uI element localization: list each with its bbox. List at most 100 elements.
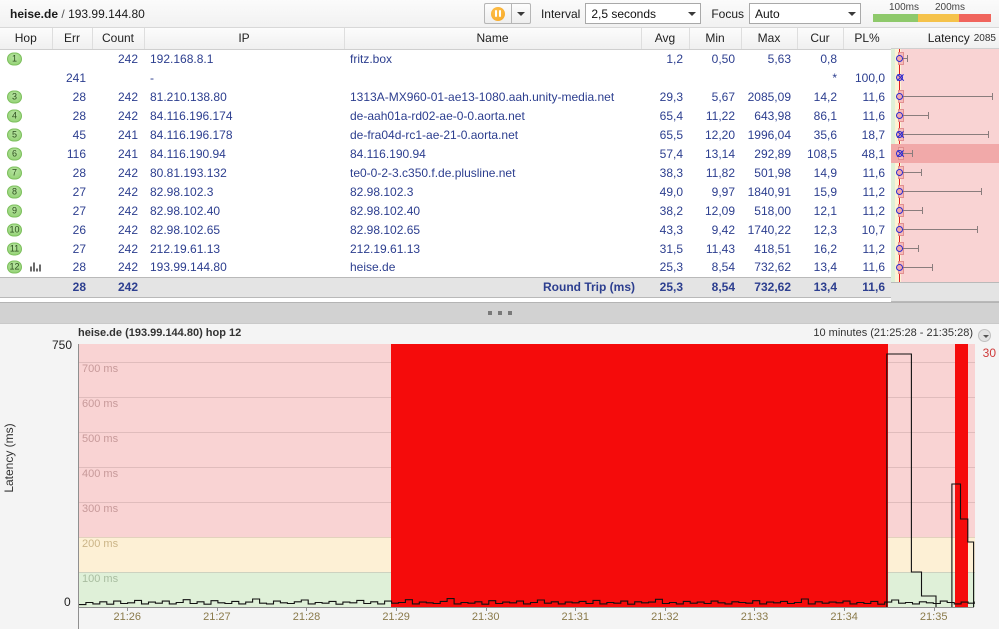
pl-cell: 11,6: [862, 89, 885, 104]
panel-splitter[interactable]: [0, 302, 999, 324]
chart-range-label[interactable]: 10 minutes (21:25:28 - 21:35:28): [813, 327, 973, 339]
cur-cell: 15,9: [813, 184, 837, 199]
avg-cell: 31,5: [659, 241, 683, 256]
focus-select[interactable]: Auto: [749, 3, 861, 24]
ip-cell: 84.116.196.174: [150, 108, 233, 123]
table-row[interactable]: 9 27 242 82.98.102.40 82.98.102.40 38,2 12,09 5…: [0, 201, 999, 220]
column-header-avg[interactable]: Avg: [641, 28, 690, 50]
latency-legend: 100ms 200ms: [873, 2, 991, 26]
cur-cell: 108,5: [806, 146, 837, 161]
grip-dot: [497, 311, 502, 315]
ip-cell: 82.98.102.3: [150, 184, 214, 199]
chart-plot-area[interactable]: 700 ms 600 ms 500 ms 400 ms 300 ms 200 ms 100 …: [78, 344, 975, 629]
target-title: heise.de / 193.99.144.80: [6, 7, 145, 21]
name-cell: de-fra04d-rc1-ae-21-0.aorta.net: [350, 127, 519, 142]
focus-label: Focus: [711, 6, 744, 21]
cur-cell: 16,2: [813, 241, 837, 256]
y-axis-title: Latency (ms): [2, 423, 16, 493]
column-header-count[interactable]: Count: [92, 28, 145, 50]
cur-cell: 12,3: [813, 222, 837, 237]
avg-cell: 65,4: [659, 108, 683, 123]
table-row[interactable]: 4 28 242 84.116.196.174 de-aah01a-rd02-ae-0-…: [0, 106, 999, 125]
max-cell: 518,00: [754, 203, 791, 218]
table-row[interactable]: 12 28 242 193.99.144.80 heise.de 25,3 8,54 732,…: [0, 258, 999, 277]
latency-line: [79, 598, 975, 606]
name-cell: 212.19.61.13: [350, 241, 421, 256]
column-header-pl[interactable]: PL%: [843, 28, 892, 50]
column-header-latency[interactable]: [891, 28, 999, 50]
latency-cell: [891, 201, 999, 220]
hop-table: Hop Err Count IP Name Avg Min Max Cur PL…: [0, 28, 999, 298]
total-min-cell: 8,54: [689, 276, 741, 298]
column-header-hop[interactable]: Hop: [0, 28, 53, 50]
hop-number-badge: 3: [7, 90, 22, 103]
err-cell: 28: [72, 89, 86, 104]
latency-cell: [891, 182, 999, 201]
ip-cell: 212.19.61.13: [150, 241, 221, 256]
column-header-cur[interactable]: Cur: [797, 28, 844, 50]
table-row[interactable]: 241 - * 100,0: [0, 68, 999, 87]
name-cell: 82.98.102.65: [350, 222, 421, 237]
legend-labels: 100ms 200ms: [873, 2, 991, 14]
tick-label: 21:26: [113, 611, 142, 623]
column-header-ip[interactable]: IP: [144, 28, 345, 50]
hop-number-badge: 12: [7, 260, 22, 274]
count-cell: 242: [117, 51, 138, 66]
ip-cell: 192.168.8.1: [150, 51, 214, 66]
column-header-err[interactable]: Err: [52, 28, 93, 50]
table-row[interactable]: 1 242 192.168.8.1 fritz.box 1,2 0,50 5,63 0,8: [0, 49, 999, 68]
hop-cell: [0, 68, 52, 87]
tick-label: 21:31: [561, 611, 590, 623]
ip-cell: 80.81.193.132: [150, 165, 227, 180]
x-axis-ticks: 21:26 21:27 21:28 21:29 21:30 21:31 21:32 21:33…: [78, 607, 974, 629]
table-row[interactable]: 3 28 242 81.210.138.80 1313A-MX960-01-ae13-1…: [0, 87, 999, 106]
total-cur-cell: 13,4: [797, 276, 843, 298]
pause-button[interactable]: [483, 3, 511, 24]
spark-bar: [36, 268, 38, 272]
latency-trace: [79, 353, 975, 607]
hop-number-badge: 1: [7, 52, 22, 66]
table-row[interactable]: 10 26 242 82.98.102.65 82.98.102.65 43,3 9,42 1…: [0, 220, 999, 239]
round-trip-label: Round Trip (ms): [344, 276, 641, 298]
pause-dropdown-button[interactable]: [510, 3, 531, 24]
total-latency-cell: [891, 276, 999, 298]
avg-cell: 29,3: [659, 89, 683, 104]
table-row[interactable]: 5 45 241 84.116.196.178 de-fra04d-rc1-ae-21-…: [0, 125, 999, 144]
err-cell: 27: [72, 241, 86, 256]
min-cell: 9,42: [711, 222, 735, 237]
latency-cell: [891, 125, 999, 144]
err-cell: 241: [65, 70, 86, 85]
err-cell: 45: [72, 127, 86, 142]
ip-cell: 81.210.138.80: [150, 89, 227, 104]
chart-title: heise.de (193.99.144.80) hop 12: [78, 327, 242, 339]
hop-cell: 7: [0, 163, 52, 182]
chevron-down-icon[interactable]: [978, 329, 991, 342]
column-header-max[interactable]: Max: [741, 28, 798, 50]
avg-cell: 1,2: [666, 51, 683, 66]
max-cell: 643,98: [754, 108, 791, 123]
bar-chart-icon[interactable]: [30, 262, 41, 272]
min-cell: 9,97: [711, 184, 735, 199]
pl-cell: 11,6: [862, 108, 885, 123]
table-row[interactable]: 6 116 241 84.116.190.94 84.116.190.94 57,4 13,…: [0, 144, 999, 163]
table-row[interactable]: 7 28 242 80.81.193.132 te0-0-2-3.c350.f.de.p…: [0, 163, 999, 182]
table-row[interactable]: 11 27 242 212.19.61.13 212.19.61.13 31,5 11,43…: [0, 239, 999, 258]
max-cell: 292,89: [754, 146, 791, 161]
column-header-name[interactable]: Name: [344, 28, 642, 50]
interval-select[interactable]: 2,5 seconds: [585, 3, 702, 24]
max-cell: 1996,04: [747, 127, 791, 142]
total-max-cell: 732,62: [741, 276, 797, 298]
cur-cell: 86,1: [813, 108, 837, 123]
hop-table-container: Hop Err Count IP Name Avg Min Max Cur PL…: [0, 28, 999, 302]
hop-cell: 8: [0, 182, 52, 201]
max-cell: 1740,22: [747, 222, 791, 237]
err-cell: 26: [72, 222, 86, 237]
name-cell: 1313A-MX960-01-ae13-1080.aah.unity-media…: [350, 89, 615, 104]
column-header-min[interactable]: Min: [689, 28, 742, 50]
err-cell: [52, 49, 92, 68]
legend-green-segment: [873, 13, 918, 22]
latency-cell: [891, 87, 999, 106]
cur-cell: 14,2: [813, 89, 837, 104]
tick-label: 21:29: [382, 611, 410, 623]
table-row[interactable]: 8 27 242 82.98.102.3 82.98.102.3 49,0 9,97 1840…: [0, 182, 999, 201]
